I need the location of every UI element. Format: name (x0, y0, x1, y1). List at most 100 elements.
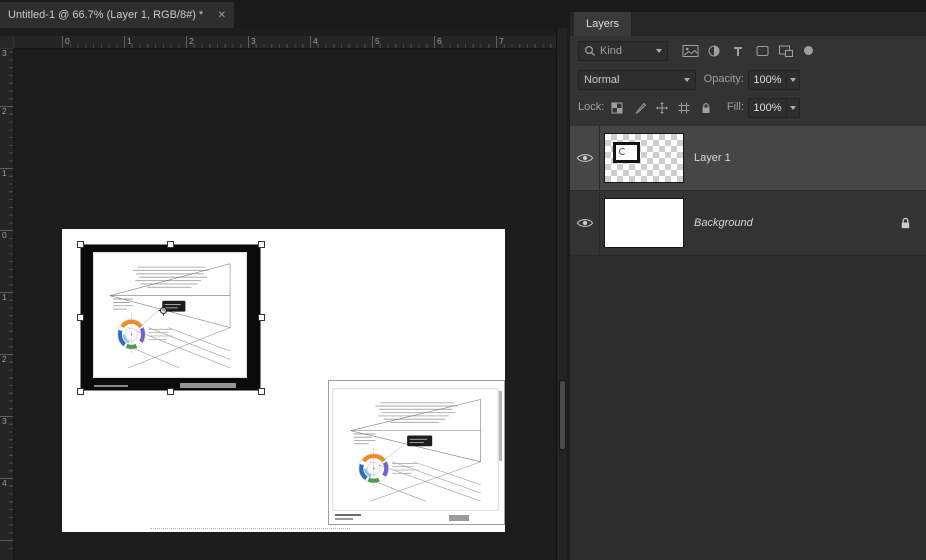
fill-combo[interactable]: 100% (748, 98, 800, 118)
pasted-image-framed[interactable] (80, 244, 261, 391)
ruler-label: 3 (251, 37, 256, 46)
transform-handle-bottom-center[interactable] (167, 388, 174, 395)
eye-icon (576, 152, 594, 164)
diagram-artwork (332, 388, 499, 511)
transform-handle-middle-right[interactable] (258, 314, 265, 321)
layer-row-background[interactable]: Background (570, 191, 926, 256)
lock-row: Lock: (570, 94, 926, 122)
filter-adjustment-layers-button[interactable] (704, 41, 724, 61)
frame-caption-placeholder (94, 385, 128, 387)
fill-dropdown-button[interactable] (786, 99, 799, 117)
panel-empty-area (570, 256, 926, 560)
ruler-label: 2 (2, 107, 7, 116)
ruler-label: 2 (2, 355, 7, 364)
ruler-label: 2 (189, 37, 194, 46)
toolbar-placeholder (449, 515, 469, 521)
visibility-toggle[interactable] (570, 191, 600, 255)
smart-object-icon (778, 44, 794, 59)
pasted-image-plain[interactable] (328, 380, 505, 525)
ruler-label: 1 (127, 37, 132, 46)
lock-label: Lock: (578, 101, 604, 113)
blend-mode-value: Normal (584, 74, 619, 86)
thumbnail-image-preview (613, 142, 640, 163)
lock-position-button[interactable] (653, 99, 671, 117)
layer-list: Layer 1 Background (570, 126, 926, 256)
pasted-image-framed-content (93, 252, 247, 378)
opacity-value: 100% (749, 74, 786, 86)
chevron-down-icon (790, 106, 796, 110)
adjustment-icon (707, 44, 721, 58)
opacity-combo[interactable]: 100% (748, 70, 800, 90)
move-icon (655, 101, 669, 115)
background-locked-indicator (899, 217, 912, 230)
tab-layers-label: Layers (586, 18, 619, 30)
lock-icon (899, 217, 912, 230)
opacity-dropdown-button[interactable] (786, 71, 799, 89)
panel-top-gap (570, 0, 926, 12)
layer-name[interactable]: Background (694, 217, 753, 229)
image-icon (682, 44, 699, 58)
caption-placeholder (335, 518, 353, 520)
vertical-ruler[interactable]: 3 2 1 0 1 2 3 4 (0, 49, 14, 560)
filter-type-layers-button[interactable] (728, 41, 748, 61)
ruler-label: 4 (313, 37, 318, 46)
layers-panel: Layers Kind (570, 0, 926, 560)
opacity-label: Opacity: (678, 73, 744, 85)
ruler-label: 5 (375, 37, 380, 46)
thumbnail-detail (619, 148, 626, 155)
ruler-label: 7 (499, 37, 504, 46)
kind-select-value: Kind (600, 45, 622, 57)
visibility-toggle[interactable] (570, 126, 600, 190)
chevron-down-icon (790, 78, 796, 82)
ruler-label: 1 (2, 293, 7, 302)
chevron-down-icon (656, 49, 662, 53)
filter-shape-layers-button[interactable] (752, 41, 772, 61)
ruler-label: 0 (2, 231, 7, 240)
layer-row-layer-1[interactable]: Layer 1 (570, 126, 926, 191)
layer-filtering-toggle[interactable] (804, 46, 813, 55)
transform-handle-top-right[interactable] (258, 241, 265, 248)
brush-icon (633, 101, 647, 115)
transform-reference-point[interactable] (158, 305, 169, 316)
filter-pixel-layers-button[interactable] (680, 41, 700, 61)
layer-thumbnail[interactable] (604, 133, 684, 183)
document-tab-label: Untitled-1 @ 66.7% (Layer 1, RGB/8#) * (8, 9, 210, 21)
transform-handle-top-left[interactable] (77, 241, 84, 248)
tab-close-icon[interactable]: ✕ (218, 10, 226, 21)
layer-thumbnail[interactable] (604, 198, 684, 248)
search-icon (584, 45, 596, 57)
canvas-vertical-scrollbar[interactable] (556, 28, 567, 560)
transform-handle-bottom-left[interactable] (77, 388, 84, 395)
lock-image-pixels-button[interactable] (631, 99, 649, 117)
ruler-label: 4 (2, 479, 7, 488)
lock-transparent-pixels-button[interactable] (608, 99, 626, 117)
pasteboard[interactable] (14, 49, 556, 560)
ruler-label: 1 (2, 169, 7, 178)
canvas-area: 0 1 2 3 4 5 6 7 3 2 1 0 1 2 3 4 (0, 28, 556, 560)
blend-mode-row: Normal Opacity: 100% (570, 66, 926, 94)
eye-icon (576, 217, 594, 229)
ruler-label: 3 (2, 49, 7, 58)
fill-value: 100% (749, 102, 786, 114)
layer-name[interactable]: Layer 1 (694, 152, 731, 164)
transform-handle-bottom-right[interactable] (258, 388, 265, 395)
document-tab[interactable]: Untitled-1 @ 66.7% (Layer 1, RGB/8#) * ✕ (0, 2, 234, 28)
panel-tab-bar: Layers (570, 12, 926, 36)
layer-filter-kind-select[interactable]: Kind (578, 41, 668, 61)
document-canvas[interactable] (62, 229, 505, 532)
transparency-checker-icon (610, 101, 624, 115)
frame-toolbar-placeholder (180, 383, 236, 388)
fill-label: Fill: (678, 101, 744, 113)
type-icon (731, 44, 745, 58)
transform-handle-top-center[interactable] (167, 241, 174, 248)
ruler-label: 6 (437, 37, 442, 46)
tab-layers[interactable]: Layers (574, 12, 631, 36)
shape-icon (755, 44, 770, 58)
scrollbar-thumb[interactable] (559, 380, 566, 450)
layer-filter-row: Kind (570, 36, 926, 66)
horizontal-ruler[interactable]: 0 1 2 3 4 5 6 7 (14, 36, 556, 49)
filter-smart-objects-button[interactable] (776, 41, 796, 61)
ruler-label: 0 (65, 37, 70, 46)
embedded-scrollbar-placeholder (499, 391, 502, 461)
transform-handle-middle-left[interactable] (77, 314, 84, 321)
